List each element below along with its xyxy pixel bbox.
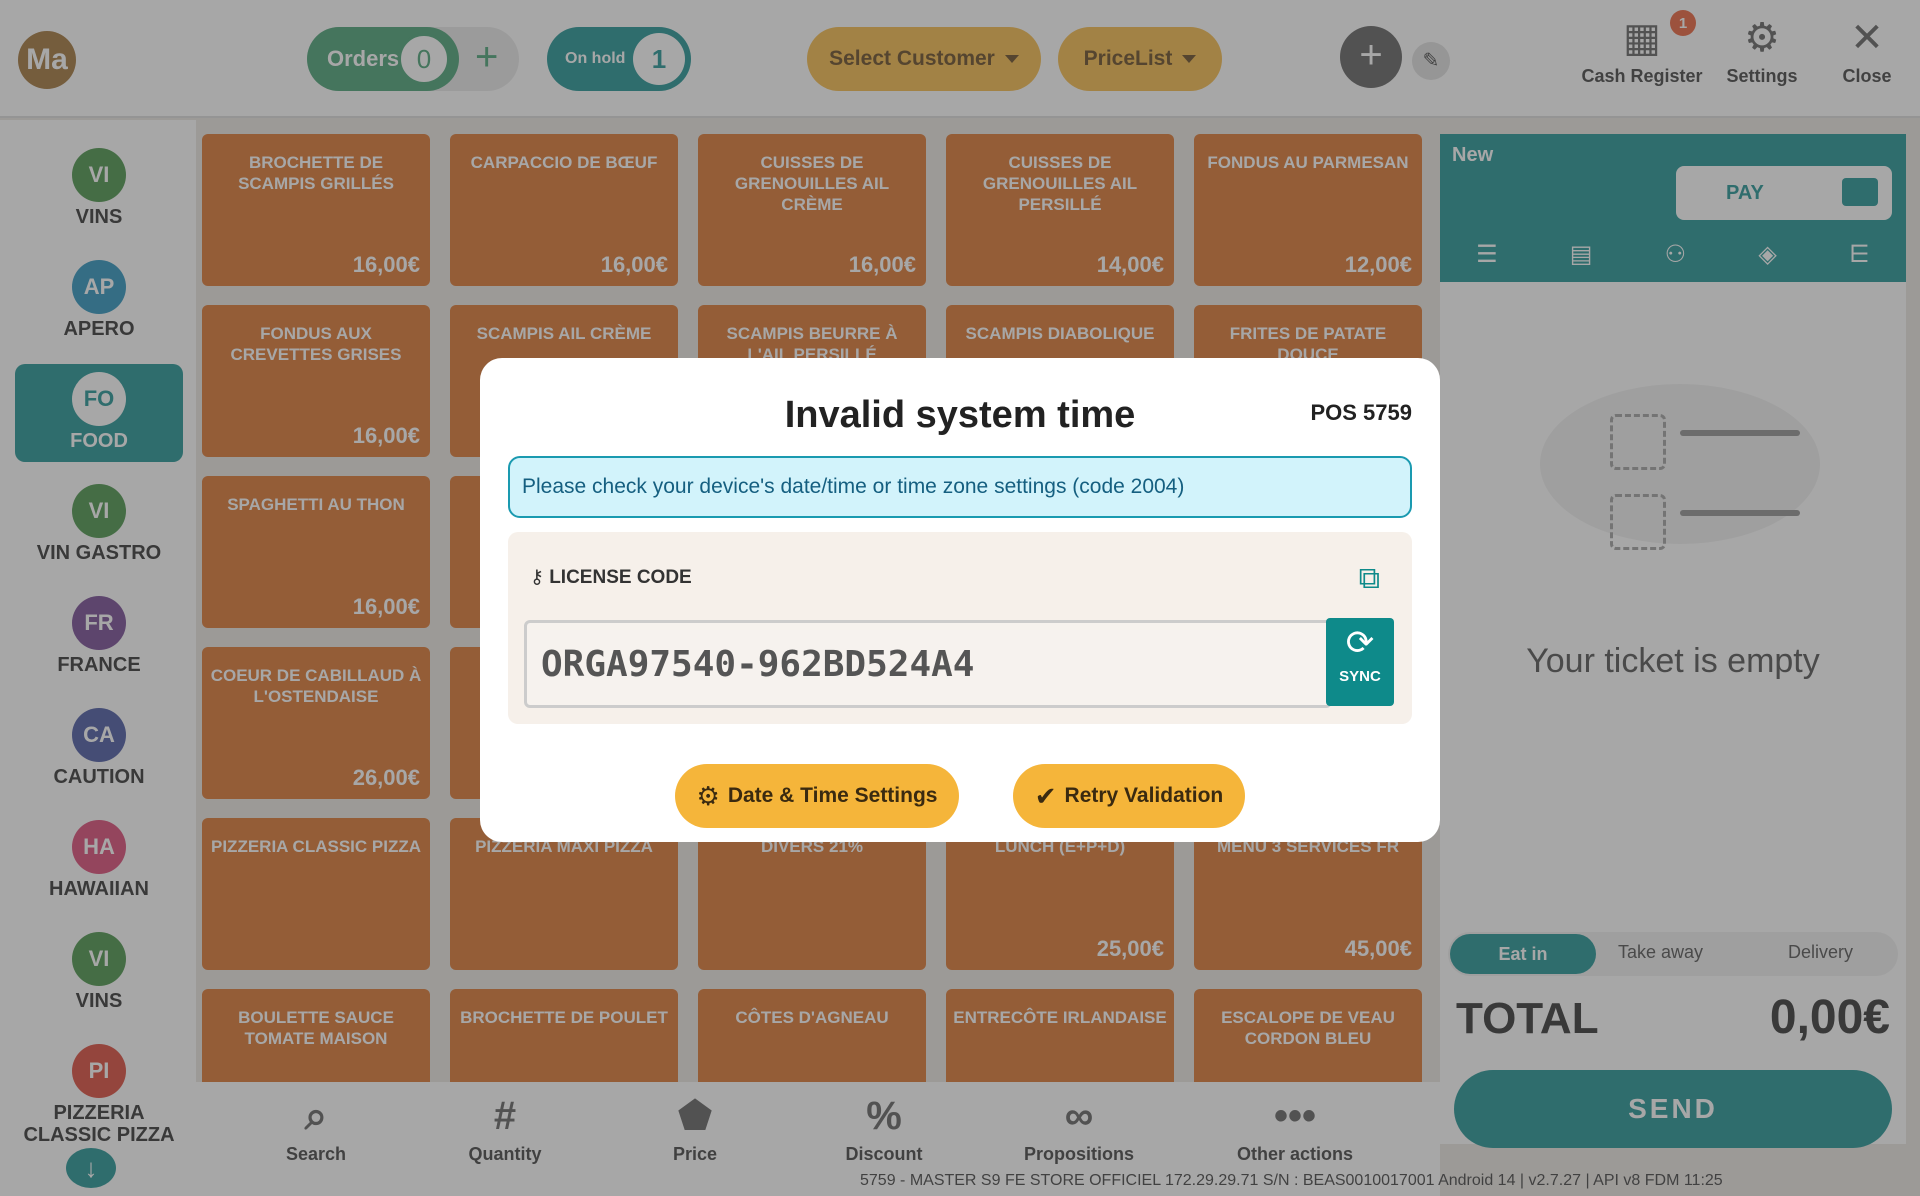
- date-time-settings-label: Date & Time Settings: [727, 784, 938, 807]
- info-message: Please check your device's date/time or …: [508, 456, 1412, 518]
- check-icon: ✔: [1034, 780, 1057, 811]
- sync-button[interactable]: ⟳ SYNC: [1326, 618, 1394, 706]
- retry-validation-label: Retry Validation: [1064, 784, 1224, 807]
- license-code-field[interactable]: ORGA97540-962BD524A4: [524, 620, 1332, 708]
- license-label-text: LICENSE CODE: [549, 567, 692, 588]
- invalid-time-dialog: Invalid system time POS 5759 Please chec…: [480, 358, 1440, 842]
- pos-number: POS 5759: [1310, 400, 1412, 425]
- dialog-title: Invalid system time: [784, 394, 1136, 436]
- refresh-icon: ⟳: [1345, 624, 1375, 662]
- key-icon: ⚷: [530, 567, 544, 588]
- retry-validation-button[interactable]: ✔ Retry Validation: [1013, 764, 1245, 828]
- date-time-settings-button[interactable]: ⚙ Date & Time Settings: [675, 764, 959, 828]
- copy-icon[interactable]: ⧉: [1359, 562, 1380, 596]
- gear-icon: ⚙: [696, 780, 720, 811]
- license-label: ⚷ LICENSE CODE: [530, 566, 692, 589]
- sync-label: SYNC: [1339, 668, 1381, 685]
- license-box: ⚷ LICENSE CODE ⧉ ORGA97540-962BD524A4 ⟳ …: [508, 532, 1412, 724]
